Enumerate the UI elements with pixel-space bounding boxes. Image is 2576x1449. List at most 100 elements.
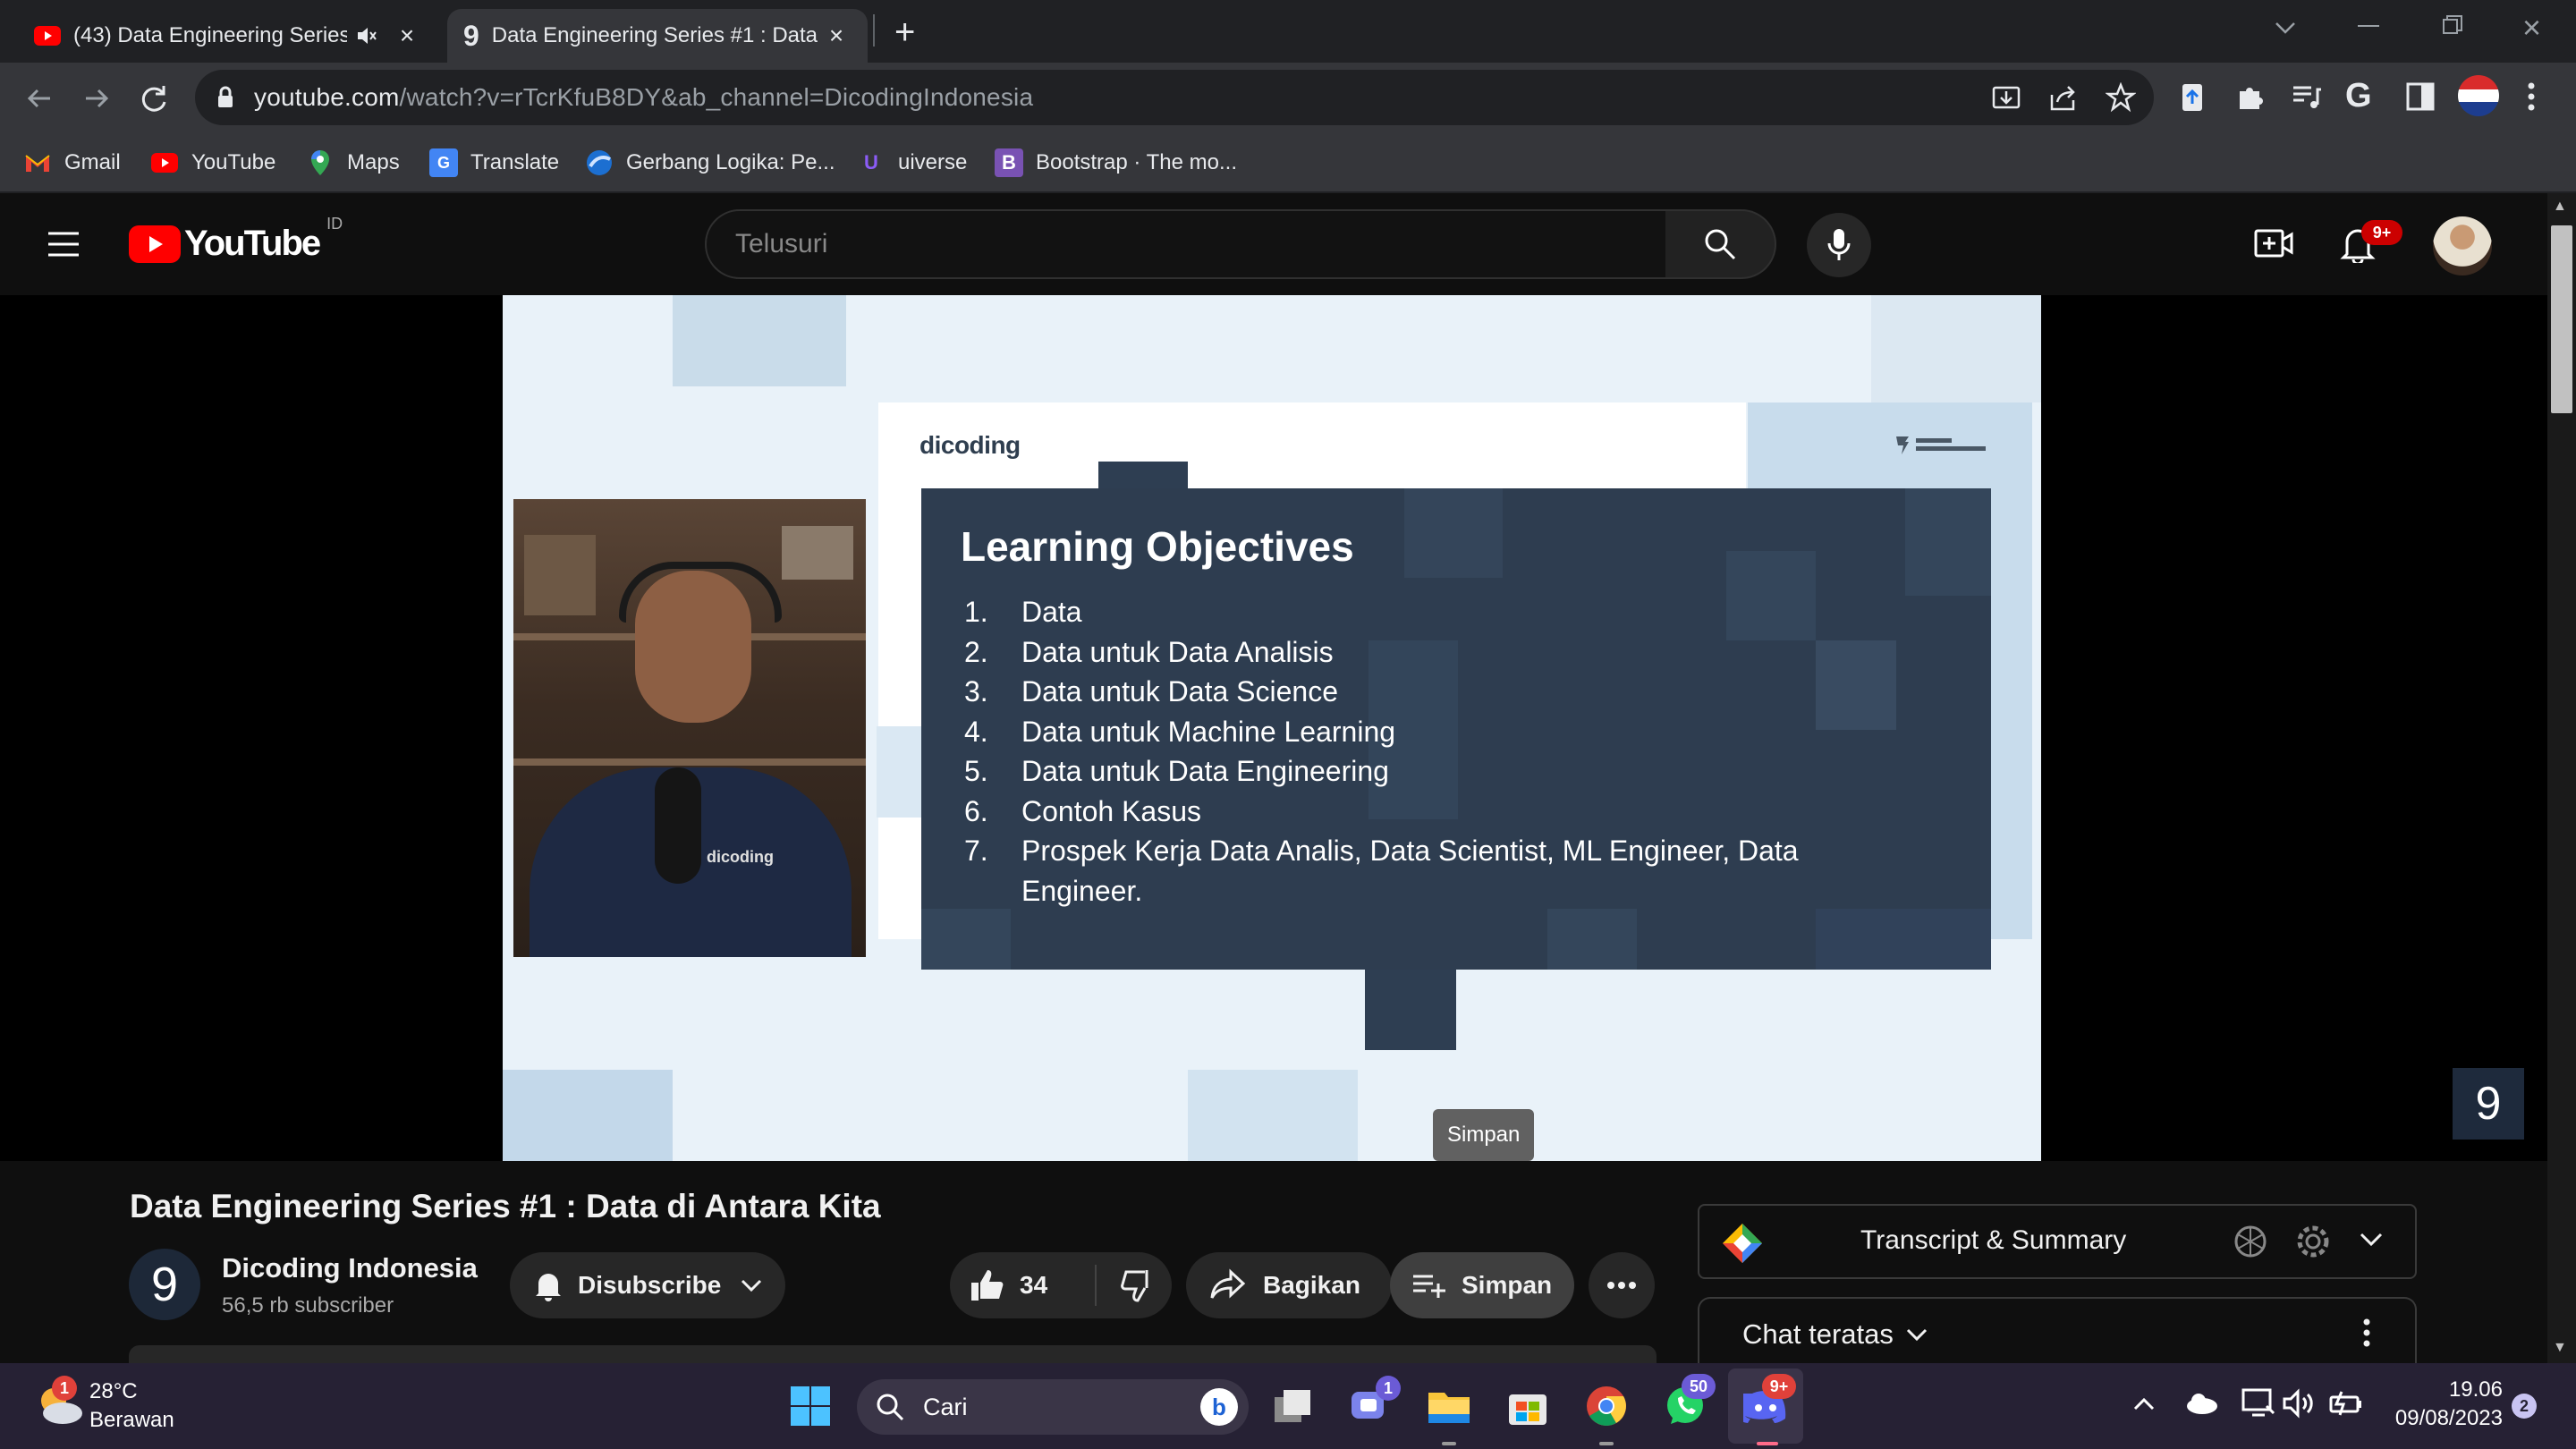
chat-menu-dots-icon[interactable] xyxy=(2361,1317,2372,1349)
user-avatar[interactable] xyxy=(2433,216,2492,275)
volume-icon[interactable] xyxy=(2283,1388,2315,1419)
channel-name[interactable]: Dicoding Indonesia xyxy=(222,1252,478,1284)
subscribed-button[interactable]: Disubscribe xyxy=(510,1252,785,1318)
youtube-header: YouTube ID Telusuri 9+ xyxy=(0,193,2547,295)
chrome-icon[interactable] xyxy=(1580,1379,1633,1433)
back-arrow-icon[interactable] xyxy=(21,80,57,116)
objective-item: 3. Data untuk Data Science xyxy=(964,672,1912,712)
task-view-icon[interactable] xyxy=(1267,1379,1320,1433)
clock-time[interactable]: 19.06 xyxy=(2390,1377,2503,1402)
media-playlist-icon[interactable] xyxy=(2290,80,2322,113)
bookmark-gerbang-logika[interactable]: Gerbang Logika: Pe... xyxy=(585,147,835,179)
discord-badge: 9+ xyxy=(1762,1374,1796,1399)
save-button[interactable]: Simpan xyxy=(1390,1252,1574,1318)
subscribed-label: Disubscribe xyxy=(578,1271,722,1299)
video-frame-slide[interactable]: dicoding Learning Objectives 1. Data 2. Dat… xyxy=(503,295,2041,1161)
hamburger-menu-icon[interactable] xyxy=(47,231,80,258)
bing-icon[interactable]: b xyxy=(1200,1388,1238,1426)
live-chat-panel[interactable]: Chat teratas xyxy=(1698,1297,2417,1363)
decor-square xyxy=(1547,909,1637,970)
create-video-icon[interactable] xyxy=(2254,227,2293,259)
chrome-menu-dots-icon[interactable] xyxy=(2524,79,2538,114)
url-host: youtube.com xyxy=(254,83,400,111)
translate-icon: G xyxy=(429,148,458,177)
scrollbar-thumb[interactable] xyxy=(2551,225,2572,413)
bookmarks-bar: Gmail YouTube Maps G Translate Gerbang L… xyxy=(0,134,2576,193)
chevron-down-icon[interactable] xyxy=(2358,1229,2385,1250)
address-bar[interactable]: youtube.com/watch?v=rTcrKfuB8DY&ab_chann… xyxy=(195,70,2154,125)
bookmark-star-icon[interactable] xyxy=(2106,82,2136,113)
search-input[interactable]: Telusuri xyxy=(705,209,1667,279)
tab-dicoding-active[interactable]: 9 Data Engineering Series #1 : Data di A… xyxy=(447,9,868,63)
shelf-item xyxy=(524,535,596,615)
bookmark-uiverse[interactable]: U uiverse xyxy=(857,147,967,179)
close-tab-icon[interactable]: × xyxy=(392,21,422,51)
extensions-puzzle-icon[interactable] xyxy=(2234,80,2267,113)
chat-mode-selector[interactable]: Chat teratas xyxy=(1742,1318,1929,1351)
more-actions-button[interactable] xyxy=(1589,1252,1655,1318)
reload-icon[interactable] xyxy=(136,80,172,116)
network-icon[interactable] xyxy=(2241,1388,2275,1419)
youtube-logo[interactable]: YouTube ID xyxy=(129,215,343,264)
taskbar-search[interactable]: Cari b xyxy=(857,1379,1249,1435)
channel-avatar[interactable]: 9 xyxy=(129,1249,200,1320)
close-tab-icon[interactable]: × xyxy=(821,21,852,51)
search-button[interactable] xyxy=(1665,209,1776,279)
channel-watermark[interactable]: 9 xyxy=(2453,1068,2524,1140)
search-icon xyxy=(877,1394,904,1421)
extension-upload-icon[interactable] xyxy=(2177,80,2209,116)
bootstrap-icon: B xyxy=(995,148,1023,177)
share-button[interactable]: Bagikan xyxy=(1186,1252,1392,1318)
battery-icon[interactable] xyxy=(2329,1390,2363,1417)
bookmark-gmail[interactable]: Gmail xyxy=(23,147,121,179)
forward-arrow-icon[interactable] xyxy=(79,80,114,116)
decor-square xyxy=(877,726,921,818)
objective-item: 7. Prospek Kerja Data Analis, Data Scient… xyxy=(964,831,1912,911)
subscriber-count: 56,5 rb subscriber xyxy=(222,1293,394,1318)
bookmark-youtube[interactable]: YouTube xyxy=(150,147,275,179)
openai-icon[interactable] xyxy=(2231,1222,2270,1261)
bell-icon xyxy=(536,1274,561,1301)
bookmark-translate[interactable]: G Translate xyxy=(429,147,559,179)
bookmark-label: uiverse xyxy=(898,150,968,174)
running-indicator xyxy=(1599,1442,1614,1445)
presenter-webcam: dicoding xyxy=(513,499,866,957)
system-tray-chevron-icon[interactable] xyxy=(2132,1395,2156,1411)
share-icon[interactable] xyxy=(2048,82,2079,113)
side-panel-icon[interactable] xyxy=(2404,80,2436,113)
tab-youtube-muted[interactable]: (43) Data Engineering Series #1 × xyxy=(18,9,438,63)
new-tab-icon[interactable]: + xyxy=(894,13,915,53)
running-indicator xyxy=(1442,1442,1456,1445)
dislike-button[interactable] xyxy=(1097,1268,1156,1302)
objective-number: 7. xyxy=(964,835,988,867)
like-button[interactable]: 34 xyxy=(950,1268,1095,1302)
voice-search-button[interactable] xyxy=(1807,213,1871,277)
notification-center-badge[interactable]: 2 xyxy=(2512,1394,2537,1419)
taskbar-search-label: Cari xyxy=(923,1393,968,1420)
scroll-down-arrow-icon[interactable]: ▼ xyxy=(2553,1340,2567,1356)
settings-gear-icon[interactable] xyxy=(2293,1222,2333,1261)
objective-item: 5. Data untuk Data Engineering xyxy=(964,751,1912,792)
minimize-icon[interactable] xyxy=(2358,25,2379,27)
running-indicator xyxy=(1757,1442,1778,1445)
install-app-icon[interactable] xyxy=(1991,82,2021,113)
file-explorer-icon[interactable] xyxy=(1422,1379,1476,1433)
tab-search-chevron-icon[interactable] xyxy=(2272,9,2299,45)
transcript-summary-panel[interactable]: Transcript & Summary xyxy=(1698,1204,2417,1279)
profile-avatar[interactable] xyxy=(2458,75,2499,116)
close-window-icon[interactable]: × xyxy=(2522,9,2541,47)
scroll-up-arrow-icon[interactable]: ▲ xyxy=(2553,199,2567,215)
microphone-icon xyxy=(1827,229,1851,260)
windows-start-icon[interactable] xyxy=(784,1379,837,1433)
onedrive-cloud-icon[interactable] xyxy=(2184,1392,2218,1415)
description-box[interactable] xyxy=(129,1345,1657,1363)
lock-icon[interactable] xyxy=(216,86,234,109)
speaker-muted-icon[interactable] xyxy=(356,26,377,46)
microsoft-store-icon[interactable] xyxy=(1501,1379,1555,1433)
bookmark-maps[interactable]: Maps xyxy=(306,147,400,179)
bookmark-bootstrap[interactable]: B Bootstrap · The mo... xyxy=(995,147,1237,179)
clock-date[interactable]: 09/08/2023 xyxy=(2372,1406,2503,1431)
restore-icon[interactable] xyxy=(2442,14,2463,36)
grammarly-g-icon[interactable]: G xyxy=(2345,77,2372,115)
browser-toolbar: youtube.com/watch?v=rTcrKfuB8DY&ab_chann… xyxy=(0,63,2576,134)
